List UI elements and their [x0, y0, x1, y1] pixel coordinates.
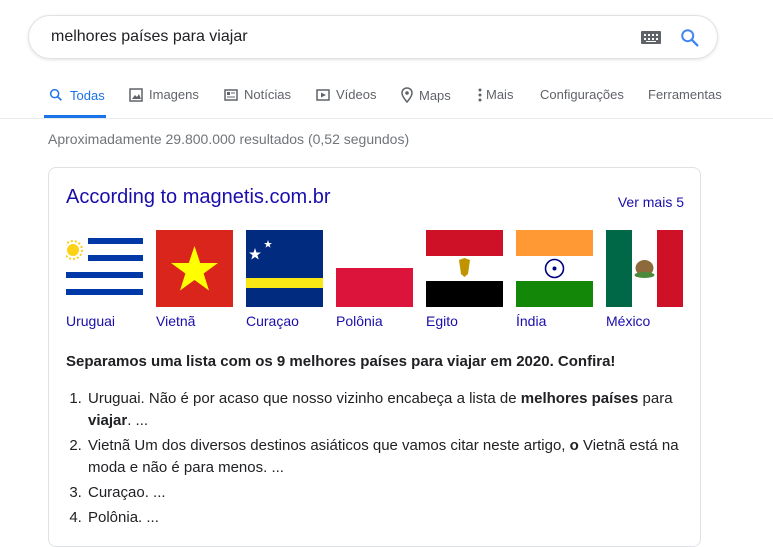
country-link-poland[interactable]: Polônia — [336, 313, 383, 329]
flag-uruguay[interactable] — [66, 230, 143, 307]
featured-snippet: According to magnetis.com.br Ver mais 5 — [48, 167, 701, 547]
tab-label: Todas — [70, 87, 105, 103]
list-item: Uruguai. Não é por acaso que nosso vizin… — [86, 388, 686, 432]
snippet-source-title[interactable]: According to magnetis.com.br — [66, 186, 331, 209]
tab-news[interactable]: Notícias — [224, 87, 291, 102]
country-link-egypt[interactable]: Egito — [426, 313, 458, 329]
results-stats: Aproximadamente 29.800.000 resultados (0… — [48, 131, 410, 147]
tab-label: Vídeos — [336, 87, 377, 102]
tab-label: Imagens — [149, 87, 199, 102]
keyboard-icon[interactable] — [641, 31, 661, 44]
tab-tools[interactable]: Ferramentas — [648, 87, 722, 102]
country-link-india[interactable]: Índia — [516, 313, 546, 329]
see-more-link[interactable]: Ver mais 5 — [618, 194, 684, 210]
flag-poland[interactable] — [336, 230, 413, 307]
snippet-list: Uruguai. Não é por acaso que nosso vizin… — [66, 388, 686, 532]
list-item: Vietnã Um dos diversos destinos asiático… — [86, 435, 686, 479]
flag-india[interactable] — [516, 230, 593, 307]
search-box[interactable]: melhores países para viajar — [28, 15, 718, 59]
country-link-mexico[interactable]: México — [606, 313, 650, 329]
flag-egypt[interactable] — [426, 230, 503, 307]
flag-mexico[interactable] — [606, 230, 683, 307]
tab-label: Mais — [486, 87, 514, 102]
tab-label: Ferramentas — [648, 87, 722, 102]
country-link-uruguay[interactable]: Uruguai — [66, 313, 115, 329]
country-link-vietnam[interactable]: Vietnã — [156, 313, 195, 329]
tab-all[interactable]: Todas — [48, 87, 105, 103]
news-icon — [224, 88, 238, 101]
tab-maps[interactable]: Maps — [401, 87, 451, 103]
tab-more[interactable]: Mais — [478, 87, 513, 102]
list-item: Curaçao. ... — [86, 482, 686, 504]
map-pin-icon — [401, 87, 413, 103]
video-icon — [316, 88, 330, 101]
list-item: Polônia. ... — [86, 507, 686, 529]
tab-images[interactable]: Imagens — [129, 87, 199, 102]
tab-label: Notícias — [244, 87, 291, 102]
image-icon — [129, 87, 143, 102]
search-tabs: Todas Imagens Notícias Vídeos Maps Mais … — [0, 84, 773, 119]
search-icon[interactable] — [679, 27, 701, 49]
flag-vietnam[interactable] — [156, 230, 233, 307]
country-link-curacao[interactable]: Curaçao — [246, 313, 299, 329]
tab-label: Configurações — [540, 87, 624, 102]
tab-videos[interactable]: Vídeos — [316, 87, 376, 102]
flag-curacao[interactable] — [246, 230, 323, 307]
search-icon — [49, 88, 62, 101]
tab-label: Maps — [419, 87, 451, 103]
tab-settings[interactable]: Configurações — [540, 87, 624, 102]
active-tab-indicator — [44, 115, 106, 118]
more-vert-icon — [478, 88, 482, 101]
search-input[interactable]: melhores países para viajar — [51, 28, 248, 46]
snippet-heading: Separamos uma lista com os 9 melhores pa… — [66, 353, 616, 370]
